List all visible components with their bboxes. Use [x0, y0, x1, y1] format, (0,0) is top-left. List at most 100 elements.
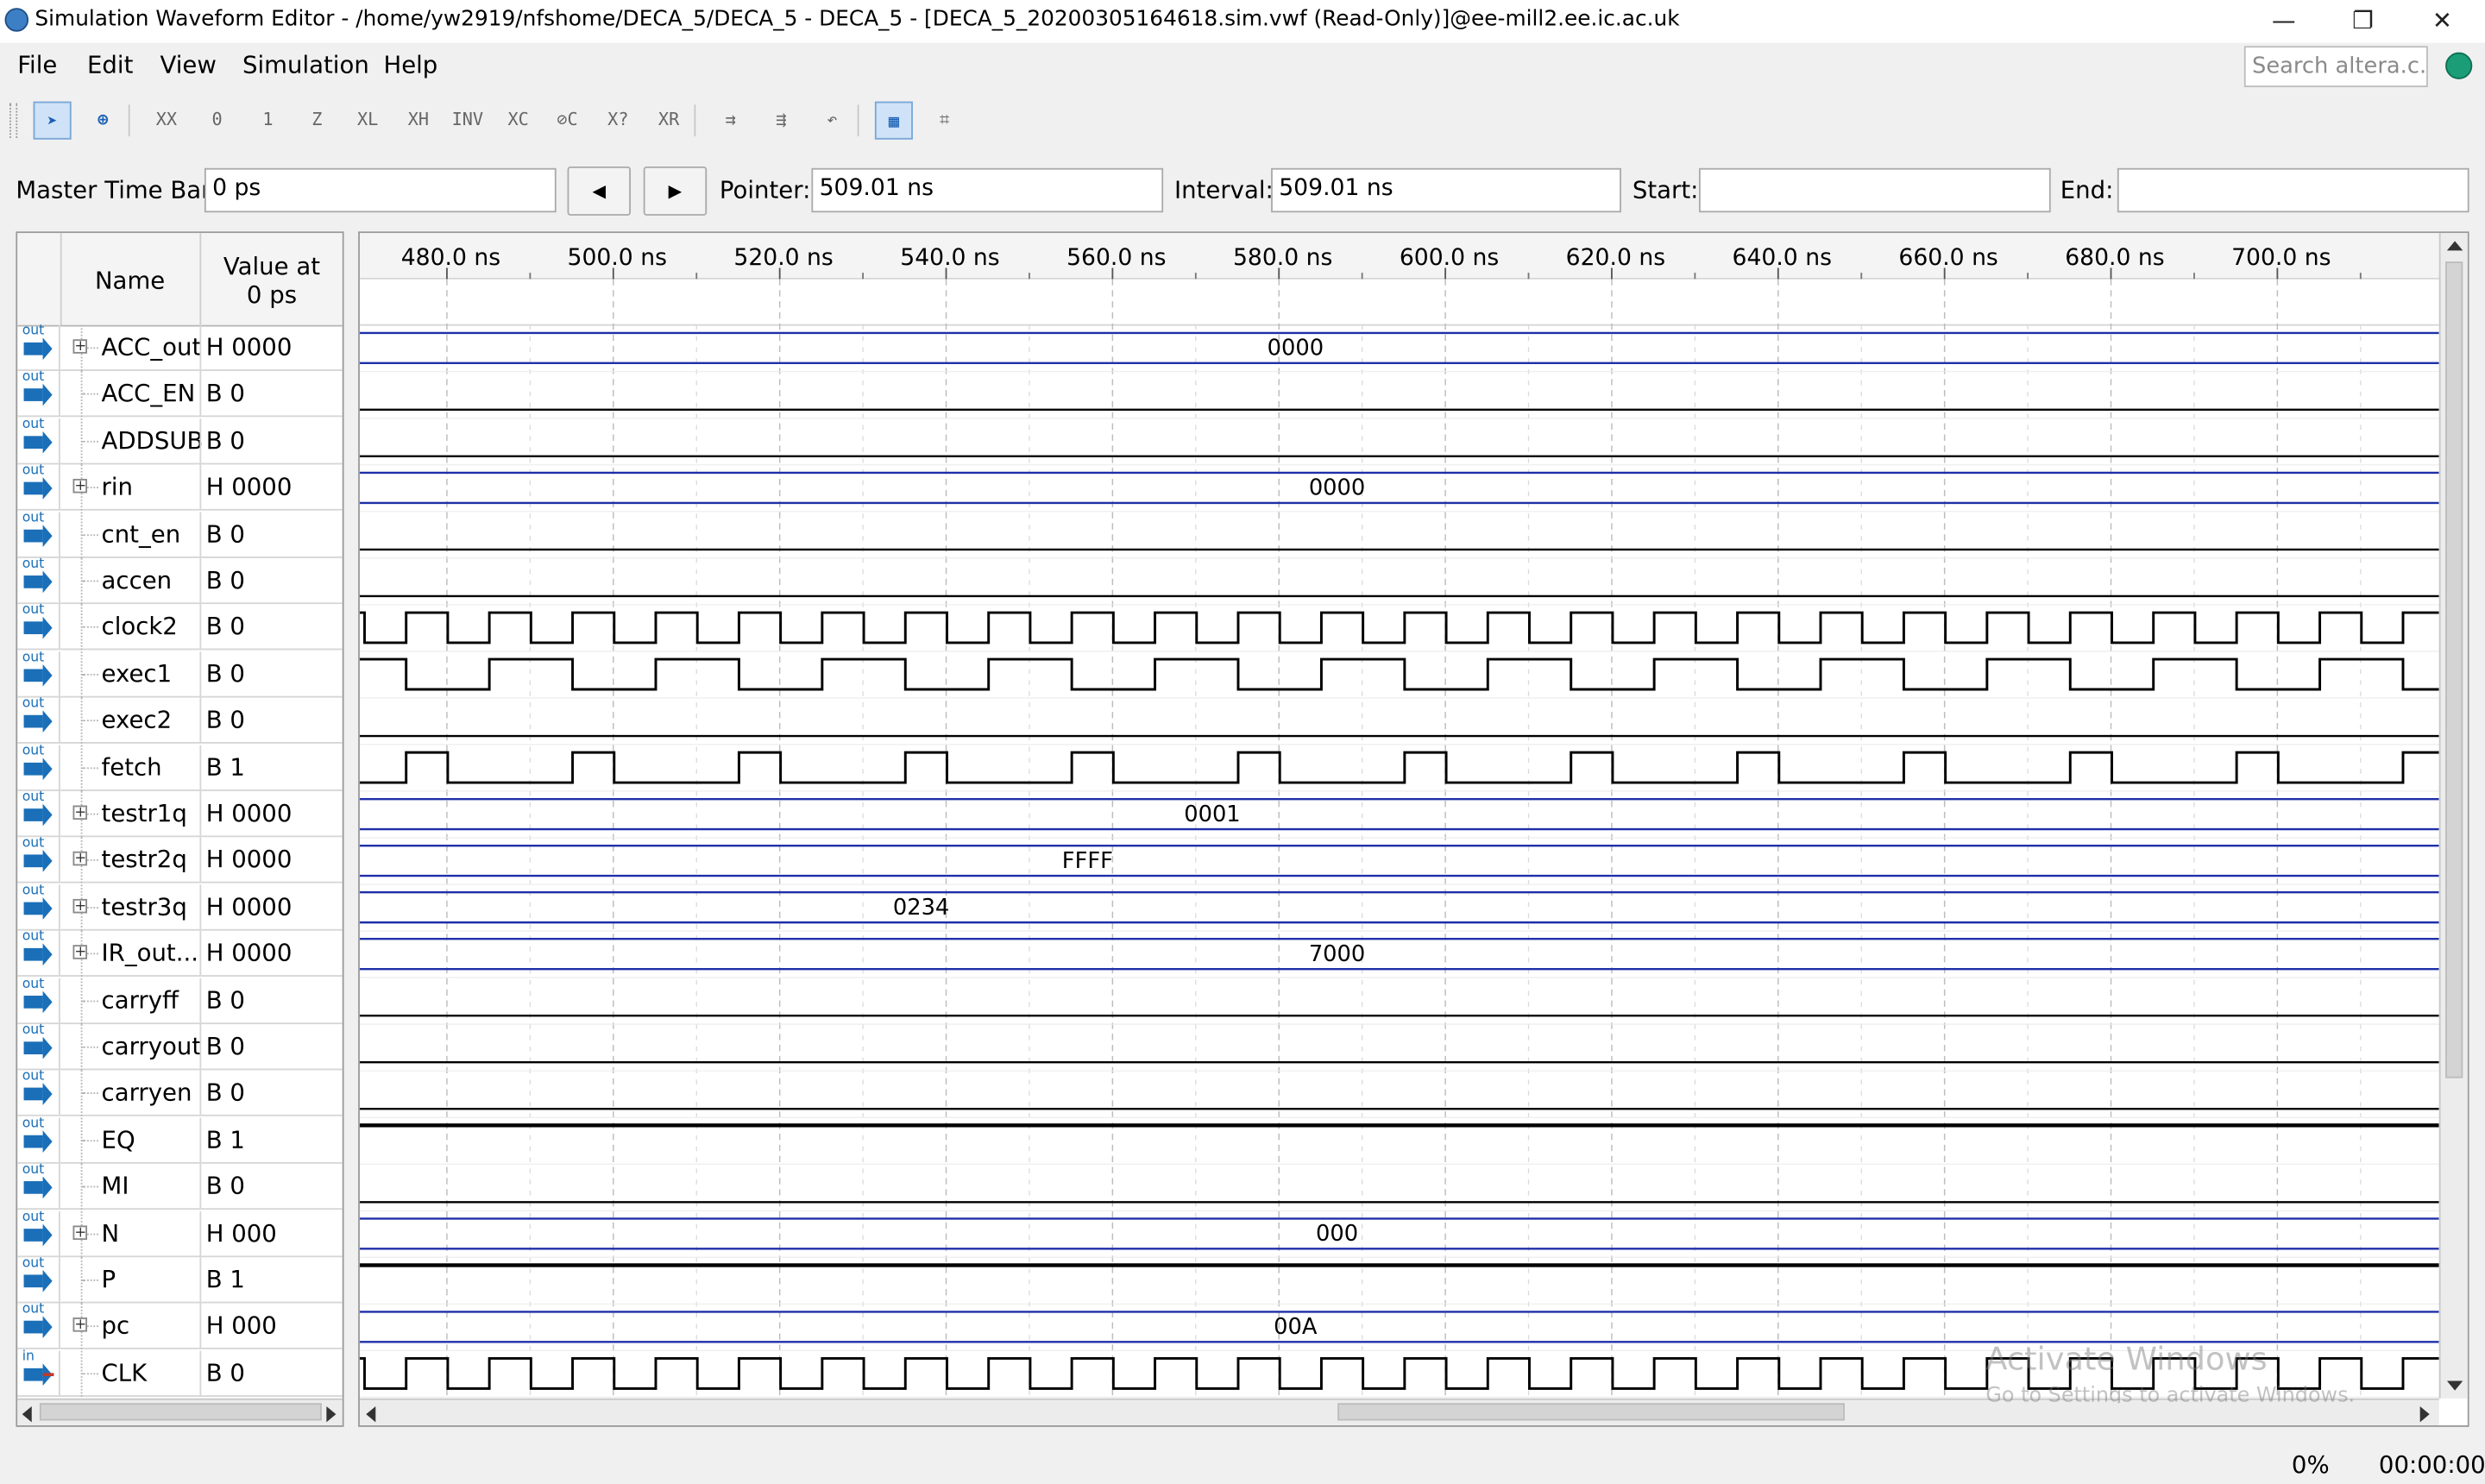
close-button[interactable]: ✕	[2411, 3, 2474, 38]
menu-simulation[interactable]: Simulation	[242, 51, 369, 79]
scroll-thumb[interactable]	[39, 1403, 322, 1421]
hscroll-thumb[interactable]	[1337, 1403, 1845, 1421]
name-column-header[interactable]: Name	[62, 267, 198, 295]
signal-row[interactable]: out carryout B 0	[17, 1022, 343, 1071]
expand-bus-icon[interactable]: +	[72, 1317, 88, 1333]
snap-transition-icon[interactable]: ⇉	[712, 102, 750, 140]
signal-row[interactable]: in CLK B 0	[17, 1349, 343, 1397]
value-column-header[interactable]: Value at 0 ps	[199, 233, 342, 325]
signal-row[interactable]: out carryen B 0	[17, 1069, 343, 1117]
signal-row[interactable]: out + testr1q H 0000	[17, 789, 343, 838]
signal-row[interactable]: out exec1 B 0	[17, 650, 343, 698]
signal-row[interactable]: out clock2 B 0	[17, 603, 343, 651]
signal-row[interactable]: out + IR_out... H 0000	[17, 929, 343, 978]
high-impedance-icon[interactable]: Z	[298, 102, 336, 140]
time-tick-label: 580.0 ns	[1233, 244, 1332, 271]
scroll-up-icon[interactable]	[2446, 241, 2463, 251]
search-input[interactable]: Search altera.c...	[2243, 46, 2428, 88]
expand-bus-icon[interactable]: +	[72, 852, 88, 867]
signal-row[interactable]: out P B 1	[17, 1255, 343, 1304]
menu-edit[interactable]: Edit	[87, 51, 133, 79]
toolbar-separator	[857, 104, 859, 137]
signal-row[interactable]: out exec2 B 0	[17, 696, 343, 745]
scroll-right-icon[interactable]	[326, 1405, 337, 1423]
time-tick-label: 520.0 ns	[733, 244, 833, 271]
scroll-left-icon[interactable]	[366, 1405, 376, 1423]
menu-help[interactable]: Help	[383, 51, 437, 79]
forcing-unknown-icon[interactable]: XX	[148, 102, 186, 140]
minimize-button[interactable]: —	[2252, 3, 2315, 38]
signal-name: pc	[101, 1311, 130, 1341]
pointer-tool-icon[interactable]: ➤	[33, 101, 72, 140]
type-column-header[interactable]	[17, 233, 62, 325]
forcing-high-icon[interactable]: 1	[248, 102, 286, 140]
signal-row[interactable]: out + rin H 0000	[17, 462, 343, 512]
signal-row[interactable]: out + ACC_out H 0000	[17, 324, 343, 372]
random-value-icon[interactable]: XR	[650, 102, 688, 140]
previous-transition-button[interactable]: ◀	[567, 166, 632, 216]
snap-grid-icon[interactable]: ⇶	[762, 102, 800, 140]
clock-value-icon[interactable]: ⊘C	[549, 102, 587, 140]
signal-row[interactable]: out carryff B 0	[17, 976, 343, 1024]
pin-direction-text: out	[22, 416, 45, 433]
signal-row[interactable]: out fetch B 1	[17, 743, 343, 791]
signal-row[interactable]: out EQ B 1	[17, 1116, 343, 1164]
count-value-icon[interactable]: XC	[500, 102, 538, 140]
pin-direction-text: out	[22, 1069, 45, 1085]
weak-low-icon[interactable]: XL	[349, 102, 387, 140]
waveform-canvas[interactable]: 480.0 ns 500.0 ns 520.0 ns 540.0 ns 560.0 ns…	[359, 233, 2439, 1399]
signal-row[interactable]: out + pc H 000	[17, 1302, 343, 1350]
arbitrary-value-icon[interactable]: X?	[599, 102, 637, 140]
signal-row[interactable]: out + testr3q H 0000	[17, 883, 343, 931]
pin-direction-text: out	[22, 462, 45, 480]
signal-row[interactable]: out ADDSUB B 0	[17, 416, 343, 465]
expand-bus-icon[interactable]: +	[72, 1224, 88, 1240]
signal-row[interactable]: out + testr2q H 0000	[17, 836, 343, 884]
toolbar-grip[interactable]	[9, 103, 18, 138]
waveform-panel[interactable]: 480.0 ns 500.0 ns 520.0 ns 540.0 ns 560.0 ns…	[358, 231, 2469, 1427]
scroll-right-icon[interactable]	[2419, 1405, 2430, 1423]
signal-row[interactable]: out cnt_en B 0	[17, 510, 343, 558]
restore-button[interactable]: ❐	[2331, 3, 2394, 38]
pin-direction-text: out	[22, 976, 45, 992]
next-transition-button[interactable]: ▶	[643, 166, 708, 216]
interval-field: 509.01 ns	[1271, 167, 1621, 213]
output-pin-icon: out	[17, 1302, 60, 1349]
zoom-tool-icon[interactable]: ⊕	[84, 102, 122, 140]
signal-name: carryen	[101, 1078, 192, 1108]
expand-bus-icon[interactable]: +	[72, 339, 88, 355]
pointer-label: Pointer:	[719, 175, 811, 205]
expand-bus-icon[interactable]: +	[72, 805, 88, 821]
scroll-left-icon[interactable]	[22, 1405, 32, 1423]
scroll-down-icon[interactable]	[2446, 1380, 2463, 1391]
forcing-low-icon[interactable]: 0	[198, 102, 236, 140]
reset-icon[interactable]: ↶	[813, 102, 851, 140]
signal-name: carryout	[101, 1032, 202, 1061]
signal-row[interactable]: out accen B 0	[17, 556, 343, 605]
invert-icon[interactable]: INV	[449, 102, 487, 140]
node-list-hscrollbar[interactable]	[17, 1398, 343, 1426]
expand-bus-icon[interactable]: +	[72, 898, 88, 914]
pin-arrow-icon	[23, 850, 53, 873]
signal-row[interactable]: out MI B 0	[17, 1162, 343, 1210]
snap-to-grid-icon[interactable]: ⌗	[926, 102, 964, 140]
signal-row[interactable]: out + N H 000	[17, 1209, 343, 1257]
expand-bus-icon[interactable]: +	[72, 479, 88, 494]
globe-icon[interactable]	[2445, 52, 2473, 79]
signal-row[interactable]: out ACC_EN B 0	[17, 370, 343, 418]
wave-fetch	[359, 751, 2439, 784]
menu-file[interactable]: File	[17, 51, 57, 79]
waveform-vscrollbar[interactable]	[2438, 233, 2468, 1399]
tree-branch	[82, 393, 98, 397]
weak-high-icon[interactable]: XH	[399, 102, 437, 140]
grid-display-icon[interactable]: ▦	[874, 101, 913, 140]
master-time-bar-field[interactable]: 0 ps	[204, 167, 557, 213]
tree-branch	[82, 999, 98, 1003]
menu-view[interactable]: View	[160, 51, 217, 79]
expand-bus-icon[interactable]: +	[72, 945, 88, 960]
pin-direction-text: in	[22, 1349, 35, 1365]
vscroll-thumb[interactable]	[2445, 261, 2463, 1078]
pin-direction-text: out	[22, 1209, 45, 1225]
pin-direction-text: out	[22, 1255, 45, 1272]
signal-name: ACC_out	[101, 332, 202, 362]
